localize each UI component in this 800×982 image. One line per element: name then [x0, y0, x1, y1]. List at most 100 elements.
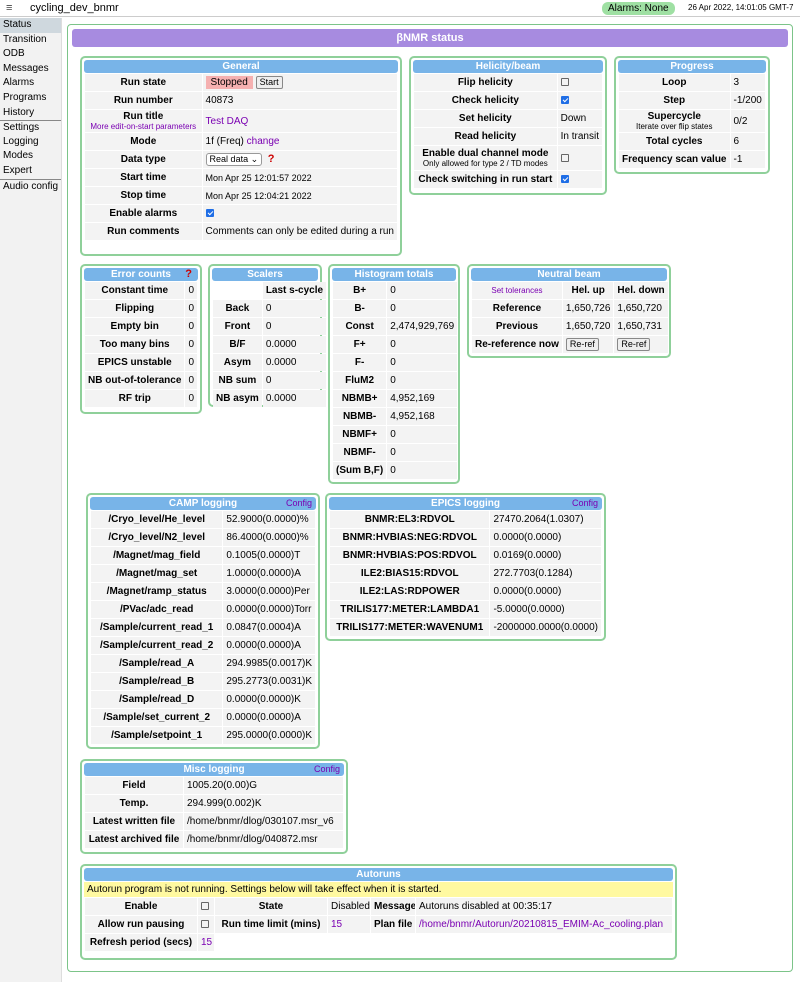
run-title-value[interactable]: Test DAQ [202, 110, 397, 132]
total-cycles-value: 6 [730, 133, 765, 150]
freq-scan-label: Frequency scan value [619, 151, 730, 168]
sidebar-item-settings[interactable]: Settings [0, 120, 61, 135]
reref-up-cell: Re-ref [562, 336, 614, 353]
check-helicity-checkbox[interactable] [560, 96, 569, 105]
camp-row: /Sample/read_A 294.9985(0.0017)K [91, 655, 315, 672]
epics-value: 0.0000(0.0000) [490, 529, 601, 546]
general-panel: General Run state Stopped Start Run numb… [80, 56, 402, 256]
camp-label: /PVac/adc_read [91, 601, 223, 618]
error-counts-table: Constant time 0 Flipping 0 Empty bin 0 Too man… [84, 281, 198, 408]
reref-up-button[interactable]: Re-ref [565, 338, 599, 351]
misc-value: 1005.20(0.00)G [184, 777, 343, 794]
epics-config-link[interactable]: Config [572, 497, 598, 510]
sidebar-item-odb[interactable]: ODB [0, 47, 61, 62]
misc-logging-title-bar: Misc logging Config [84, 763, 344, 776]
scaler-value: 0.0000 [262, 390, 327, 407]
error-count-label: EPICS unstable [85, 354, 185, 371]
epics-row: ILE2:BIAS15:RDVOL 272.7703(0.1284) [330, 565, 601, 582]
error-counts-panel: Error counts? Constant time 0 Flipping 0 Emp… [80, 264, 202, 414]
start-button[interactable]: Start [255, 76, 283, 89]
stop-time-value: Mon Apr 25 12:04:21 2022 [202, 187, 397, 204]
general-title: General [84, 60, 398, 73]
sidebar-item-history[interactable]: History [0, 106, 61, 121]
autorun-banner: Autorun program is not running. Settings… [84, 882, 673, 897]
epics-logging-table: BNMR:EL3:RDVOL 27470.2064(1.0307) BNMR:HVB… [329, 510, 602, 637]
mode-change-link[interactable]: change [247, 136, 280, 147]
sidebar-item-status[interactable]: Status [0, 18, 61, 33]
helicity-panel: Helicity/beam Flip helicity Check helici… [409, 56, 607, 195]
sidebar-item-programs[interactable]: Programs [0, 91, 61, 106]
histogram-label: FluM2 [333, 372, 387, 389]
error-counts-help-icon[interactable]: ? [185, 268, 192, 281]
flip-helicity-checkbox[interactable] [560, 78, 569, 87]
error-counts-title-bar: Error counts? [84, 268, 198, 281]
camp-logging-table: /Cryo_level/He_level 52.9000(0.0000)%/Cry… [90, 510, 316, 745]
error-count-row: Empty bin 0 [85, 318, 197, 335]
data-type-select[interactable]: Real data ⌄ [205, 153, 263, 166]
run-number-value: 40873 [202, 92, 397, 109]
check-switching-cell [557, 171, 602, 188]
histogram-row: NBMF+ 0 [333, 426, 458, 443]
data-type-help-icon[interactable]: ? [268, 153, 275, 165]
camp-row: /Cryo_level/He_level 52.9000(0.0000)% [91, 511, 315, 528]
error-count-label: Empty bin [85, 318, 185, 335]
histogram-row: NBMF- 0 [333, 444, 458, 461]
epics-logging-panel: EPICS logging Config BNMR:EL3:RDVOL 27470.… [325, 493, 606, 641]
sidebar-item-logging[interactable]: Logging [0, 135, 61, 150]
camp-config-link[interactable]: Config [286, 497, 312, 510]
freq-scan-value: -1 [730, 151, 765, 168]
dual-channel-cell [557, 146, 602, 170]
camp-value: 0.0000(0.0000)A [223, 637, 315, 654]
histogram-label: NBMB- [333, 408, 387, 425]
refresh-period-value[interactable]: 15 [198, 934, 214, 951]
sidebar-item-expert[interactable]: Expert [0, 164, 61, 179]
allow-pausing-checkbox[interactable] [201, 920, 209, 929]
sidebar-item-audio-config[interactable]: Audio config [0, 178, 61, 194]
time-limit-value[interactable]: 15 [328, 916, 370, 933]
set-tolerances-link[interactable]: Set tolerances [491, 286, 542, 295]
camp-label: /Cryo_level/N2_level [91, 529, 223, 546]
check-switching-checkbox[interactable] [560, 175, 569, 184]
sidebar-item-alarms[interactable]: Alarms [0, 76, 61, 91]
edit-on-start-link[interactable]: More edit-on-start parameters [88, 122, 199, 131]
histogram-totals-title: Histogram totals [332, 268, 456, 281]
camp-value: 0.0000(0.0000)K [223, 691, 315, 708]
progress-panel: Progress Loop 3 Step -1/200 Supercycle Iter… [614, 56, 770, 174]
flip-helicity-cell [557, 74, 602, 91]
misc-label: Field [85, 777, 183, 794]
check-switching-label: Check switching in run start [414, 171, 557, 188]
misc-config-link[interactable]: Config [314, 763, 340, 776]
misc-value: /home/bnmr/dlog/040872.msr [184, 831, 343, 848]
camp-value: 86.4000(0.0000)% [223, 529, 315, 546]
histogram-row: NBMB+ 4,952,169 [333, 390, 458, 407]
start-time-label: Start time [85, 169, 202, 186]
sidebar-item-messages[interactable]: Messages [0, 62, 61, 77]
dual-channel-checkbox[interactable] [560, 153, 569, 162]
error-count-row: NB out-of-tolerance 0 [85, 372, 197, 389]
camp-label: /Sample/read_D [91, 691, 223, 708]
misc-row: Latest written file/home/bnmr/dlog/03010… [85, 813, 343, 830]
alarms-badge[interactable]: Alarms: None [602, 2, 675, 15]
reref-down-button[interactable]: Re-ref [617, 338, 651, 351]
sidebar-item-modes[interactable]: Modes [0, 149, 61, 164]
set-helicity-value[interactable]: Down [557, 110, 602, 127]
plan-file-value[interactable]: /home/bnmr/Autorun/20210815_EMIM-Ac_cool… [416, 916, 672, 933]
run-title-label-cell: Run title More edit-on-start parameters [85, 110, 202, 132]
camp-value: 0.0847(0.0004)A [223, 619, 315, 636]
top-bar: ≡ cycling_dev_bnmr Alarms: None 26 Apr 2… [0, 0, 800, 17]
progress-title: Progress [618, 60, 766, 73]
re-reference-label: Re-reference now [472, 336, 562, 353]
autorun-enable-checkbox[interactable] [201, 902, 209, 911]
camp-label: /Cryo_level/He_level [91, 511, 223, 528]
sidebar-item-transition[interactable]: Transition [0, 33, 61, 48]
camp-label: /Sample/set_current_2 [91, 709, 223, 726]
misc-label: Latest archived file [85, 831, 183, 848]
error-count-row: RF trip 0 [85, 390, 197, 407]
run-number-label: Run number [85, 92, 202, 109]
autorun-message-value: Autoruns disabled at 00:35:17 [416, 898, 672, 915]
camp-value: 52.9000(0.0000)% [223, 511, 315, 528]
menu-icon[interactable]: ≡ [6, 2, 12, 14]
enable-alarms-checkbox[interactable] [205, 209, 214, 218]
histogram-value: 0 [387, 444, 458, 461]
misc-value: 294.999(0.002)K [184, 795, 343, 812]
